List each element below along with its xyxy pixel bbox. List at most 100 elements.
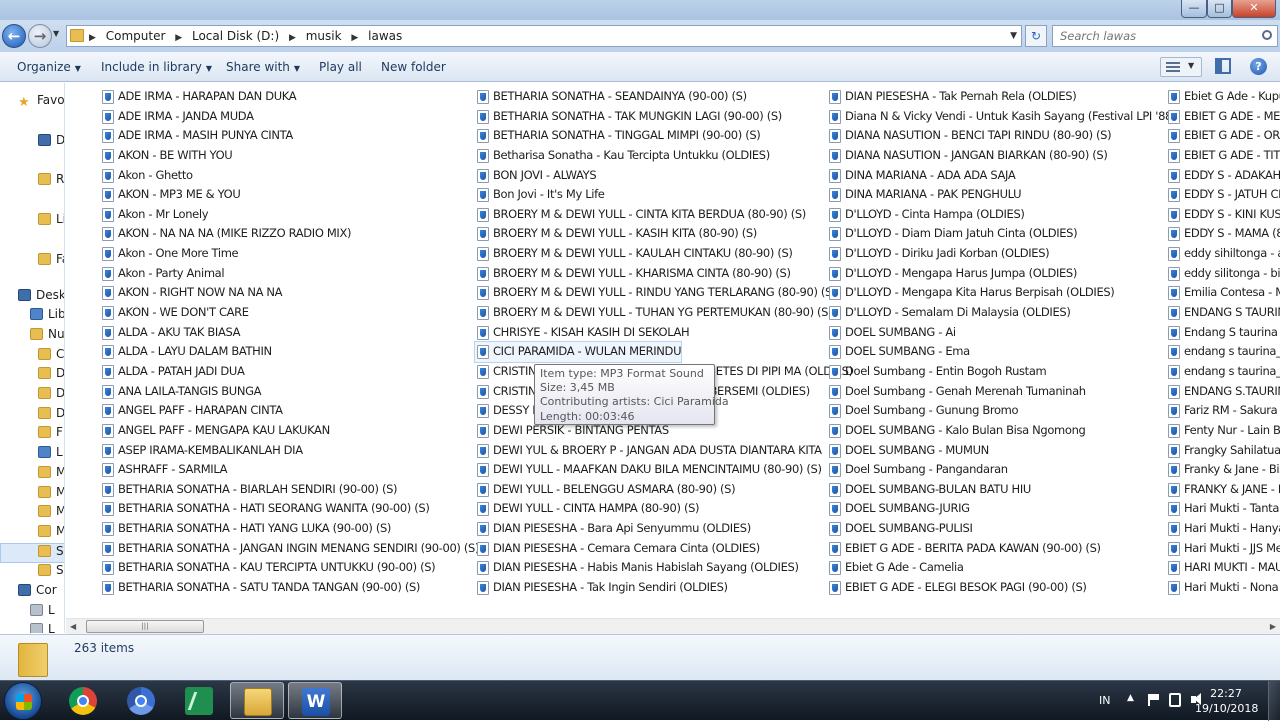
list-item[interactable]: DIAN PIESESHA - Tak Pernah Rela (OLDIES)	[827, 87, 1176, 107]
list-item[interactable]: Ebiet G Ade - Kupu	[1166, 87, 1280, 107]
list-item[interactable]: ADE IRMA - HARAPAN DAN DUKA	[100, 87, 479, 107]
list-item[interactable]: DOEL SUMBANG-PULISI	[827, 519, 1176, 539]
list-item[interactable]: BROERY M & DEWI YULL - TUHAN YG PERTEMUK…	[475, 303, 853, 323]
list-item[interactable]: EDDY S - MAMA (80	[1166, 224, 1280, 244]
list-item[interactable]: Akon - Mr Lonely	[100, 205, 479, 225]
nav-item[interactable]: D	[38, 363, 64, 383]
list-item[interactable]: FRANKY & JANE - P	[1166, 480, 1280, 500]
list-item[interactable]: EBIET G ADE - BERITA PADA KAWAN (90-00) …	[827, 539, 1176, 559]
nav-item[interactable]: Lin	[38, 209, 64, 229]
maximize-button[interactable]: □	[1207, 0, 1232, 18]
list-item[interactable]: BROERY M & DEWI YULL - KASIH KITA (80-90…	[475, 224, 853, 244]
back-arrow-icon[interactable]: ←	[2, 24, 26, 48]
list-item[interactable]: Frangky Sahilatua -	[1166, 441, 1280, 461]
list-item[interactable]: endang s taurina_lag	[1166, 362, 1280, 382]
scrollbar-thumb[interactable]: |||	[86, 620, 204, 633]
nav-item[interactable]: M	[38, 521, 64, 541]
nav-item[interactable]: Rec	[38, 169, 64, 189]
address-bar[interactable]: ▶ Computer ▶ Local Disk (D:) ▶ musik ▶ l…	[66, 25, 1022, 47]
list-item[interactable]: Bon Jovi - It's My Life	[475, 185, 853, 205]
list-item[interactable]: DEWI YULL - MAAFKAN DAKU BILA MENCINTAIM…	[475, 460, 853, 480]
list-item[interactable]: ADE IRMA - JANDA MUDA	[100, 107, 479, 127]
list-item[interactable]: D'LLOYD - Cinta Hampa (OLDIES)	[827, 205, 1176, 225]
list-item[interactable]: endang s taurina_lag	[1166, 342, 1280, 362]
preview-pane-icon[interactable]	[1215, 58, 1231, 74]
minimize-button[interactable]: —	[1181, 0, 1207, 18]
list-item[interactable]: ASHRAFF - SARMILA	[100, 460, 479, 480]
list-item[interactable]: DOEL SUMBANG - Kalo Bulan Bisa Ngomong	[827, 421, 1176, 441]
show-hidden-icons-icon[interactable]: ▲	[1127, 693, 1134, 703]
list-item[interactable]: ALDA - LAYU DALAM BATHIN	[100, 342, 479, 362]
scroll-right-icon[interactable]: ▶	[1270, 622, 1276, 631]
breadcrumb-lawas[interactable]: lawas	[368, 29, 402, 43]
list-item[interactable]: Fenty Nur - Lain Bu	[1166, 421, 1280, 441]
list-item[interactable]: Hari Mukti - Hanya	[1166, 519, 1280, 539]
nav-item[interactable]: L	[38, 442, 63, 462]
list-item[interactable]: AKON - RIGHT NOW NA NA NA	[100, 283, 479, 303]
refresh-icon[interactable]: ↻	[1025, 25, 1047, 47]
action-center-flag-icon[interactable]	[1148, 694, 1160, 706]
organize-menu[interactable]: Organize ▼	[17, 52, 81, 82]
list-item[interactable]: EDDY S - JATUH CIN	[1166, 185, 1280, 205]
list-item[interactable]: EBIET G ADE - ORAN	[1166, 126, 1280, 146]
list-item[interactable]: DIAN PIESESHA - Cemara Cemara Cinta (OLD…	[475, 539, 853, 559]
list-item[interactable]: ANGEL PAFF - HARAPAN CINTA	[100, 401, 479, 421]
chevron-right-icon[interactable]: ▶	[175, 33, 182, 43]
list-item[interactable]: Doel Sumbang - Genah Merenah Tumaninah	[827, 382, 1176, 402]
nav-item[interactable]: Des	[38, 130, 64, 150]
list-item[interactable]: DIANA NASUTION - JANGAN BIARKAN (80-90) …	[827, 146, 1176, 166]
list-item[interactable]: D'LLOYD - Semalam Di Malaysia (OLDIES)	[827, 303, 1176, 323]
list-item[interactable]: Hari Mukti - Tantan	[1166, 499, 1280, 519]
list-item[interactable]: AKON - WE DON'T CARE	[100, 303, 479, 323]
list-item[interactable]: eddy sihiltonga - ad	[1166, 244, 1280, 264]
list-item[interactable]: ASEP IRAMA-KEMBALIKANLAH DIA	[100, 441, 479, 461]
list-item[interactable]: Hari Mukti - Nona N	[1166, 578, 1280, 598]
breadcrumb-computer[interactable]: Computer	[106, 29, 166, 43]
list-item[interactable]: BON JOVI - ALWAYS	[475, 166, 853, 186]
list-item[interactable]: Doel Sumbang - Gunung Bromo	[827, 401, 1176, 421]
list-item[interactable]: D'LLOYD - Mengapa Kita Harus Berpisah (O…	[827, 283, 1176, 303]
list-item[interactable]: DOEL SUMBANG - Ema	[827, 342, 1176, 362]
nav-item[interactable]: ★ Favo	[18, 90, 64, 110]
list-item[interactable]: DINA MARIANA - ADA ADA SAJA	[827, 166, 1176, 186]
taskbar-word[interactable]: W	[288, 682, 342, 719]
scroll-left-icon[interactable]: ◀	[70, 622, 76, 631]
list-item[interactable]: BETHARIA SONATHA - KAU TERCIPTA UNTUKKU …	[100, 558, 479, 578]
list-item[interactable]: DOEL SUMBANG - Ai	[827, 323, 1176, 343]
nav-item[interactable]: Nu	[30, 324, 64, 344]
list-item[interactable]: DEWI YUL & BROERY P - JANGAN ADA DUSTA D…	[475, 441, 853, 461]
taskbar-chrome-alt[interactable]	[114, 682, 168, 719]
language-indicator[interactable]: IN	[1099, 694, 1110, 707]
help-icon[interactable]: ?	[1250, 58, 1267, 75]
list-item[interactable]: Doel Sumbang - Entin Bogoh Rustam	[827, 362, 1176, 382]
list-item[interactable]: DOEL SUMBANG-JURIG	[827, 499, 1176, 519]
nav-item[interactable]: D	[38, 383, 64, 403]
list-item[interactable]: ALDA - AKU TAK BIASA	[100, 323, 479, 343]
list-item[interactable]: ENDANG S.TAURIN	[1166, 382, 1280, 402]
start-button[interactable]	[4, 682, 42, 720]
list-item[interactable]: DIAN PIESESHA - Habis Manis Habislah Say…	[475, 558, 853, 578]
taskbar-chrome[interactable]	[56, 682, 110, 719]
list-item[interactable]: Endang S taurina - M	[1166, 323, 1280, 343]
chevron-right-icon[interactable]: ▶	[351, 33, 358, 43]
nav-item[interactable]: F	[38, 422, 63, 442]
list-item[interactable]: EDDY S - ADAKAH L	[1166, 166, 1280, 186]
list-item[interactable]: DEWI YULL - CINTA HAMPA (80-90) (S)	[475, 499, 853, 519]
list-item[interactable]: eddy silitonga - bia	[1166, 264, 1280, 284]
nav-item[interactable]: S	[38, 541, 64, 561]
list-item[interactable]: BROERY M & DEWI YULL - KHARISMA CINTA (8…	[475, 264, 853, 284]
list-item[interactable]: Akon - Ghetto	[100, 166, 479, 186]
list-item[interactable]: Fariz RM - Sakura (8	[1166, 401, 1280, 421]
breadcrumb-local-disk[interactable]: Local Disk (D:)	[192, 29, 279, 43]
nav-item[interactable]: M	[38, 482, 64, 502]
list-item[interactable]: BETHARIA SONATHA - HATI YANG LUKA (90-00…	[100, 519, 479, 539]
show-desktop-button[interactable]	[1268, 681, 1280, 721]
list-item[interactable]: EBIET G ADE - ELEGI BESOK PAGI (90-00) (…	[827, 578, 1176, 598]
list-item[interactable]: BETHARIA SONATHA - TINGGAL MIMPI (90-00)…	[475, 126, 853, 146]
list-item[interactable]: BETHARIA SONATHA - JANGAN INGIN MENANG S…	[100, 539, 479, 559]
battery-icon[interactable]	[1169, 693, 1181, 707]
list-item[interactable]: ANGEL PAFF - MENGAPA KAU LAKUKAN	[100, 421, 479, 441]
list-item[interactable]: BROERY M & DEWI YULL - RINDU YANG TERLAR…	[475, 283, 853, 303]
nav-item[interactable]: C	[38, 344, 64, 364]
recent-pages-dropdown-icon[interactable]: ▼	[53, 29, 59, 38]
